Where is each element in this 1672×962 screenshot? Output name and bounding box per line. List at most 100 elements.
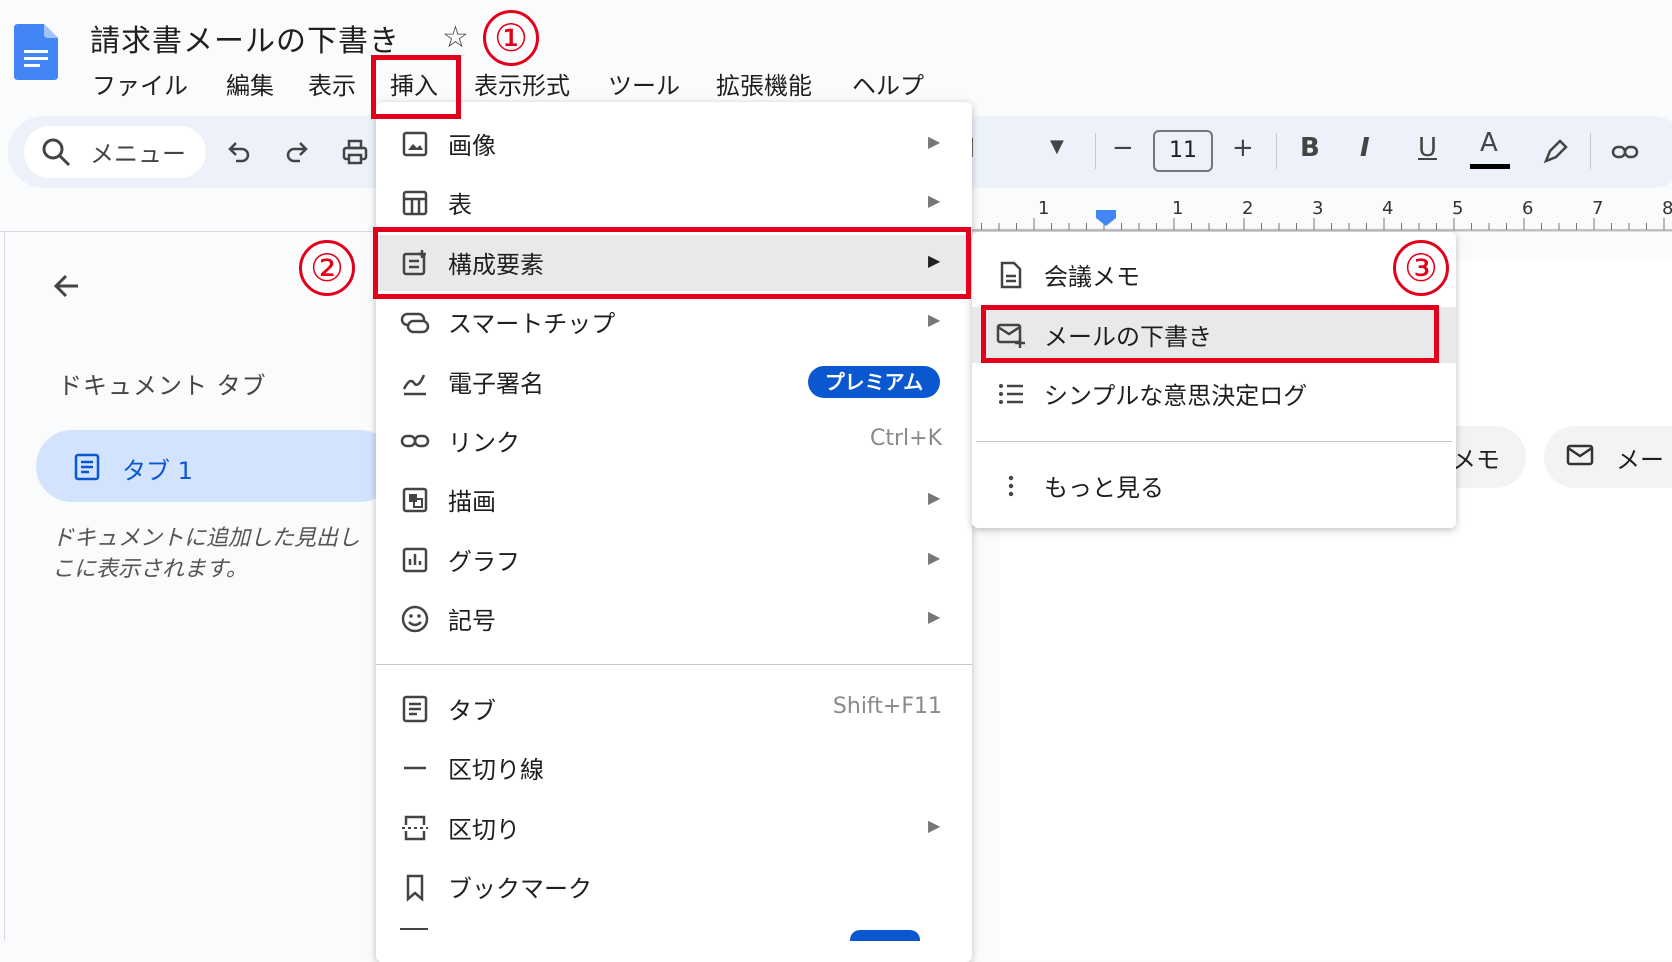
menu-item-label: ブックマーク <box>448 875 592 903</box>
horizontal-line-icon <box>404 766 426 770</box>
submenu-item-meeting-notes[interactable]: 会議メモ <box>972 247 1456 303</box>
sidebar-edge <box>4 231 5 941</box>
document-icon <box>1000 261 1022 289</box>
font-size-input[interactable]: 11 <box>1153 130 1213 172</box>
menu-item-label: 表 <box>448 191 472 219</box>
ruler-label: 5 <box>1452 198 1463 219</box>
ruler-label: 6 <box>1522 198 1533 219</box>
menu-item-label: グラフ <box>448 548 520 576</box>
menu-file[interactable]: ファイル <box>92 66 188 101</box>
menu-item-label: 画像 <box>448 132 496 160</box>
image-icon <box>402 131 428 157</box>
submenu-arrow-icon: ▶ <box>928 607 941 626</box>
bookmark-icon <box>406 874 424 902</box>
highlight-building-blocks <box>373 227 971 299</box>
text-color-button[interactable]: A <box>1480 128 1498 158</box>
decrease-font-size-button[interactable]: − <box>1112 133 1134 163</box>
shortcut-label: Shift+F11 <box>832 694 942 719</box>
menu-item-tab[interactable]: タブ Shift+F11 <box>376 681 972 737</box>
menu-edit[interactable]: 編集 <box>226 66 274 101</box>
drawing-icon <box>402 487 428 513</box>
ruler-label: 1 <box>1172 198 1183 219</box>
increase-font-size-button[interactable]: + <box>1232 133 1254 163</box>
chip-label: メモ <box>1452 446 1500 474</box>
tab-hint-text: ドキュメントに追加した見出し <box>52 526 361 551</box>
highlight-email-draft <box>981 305 1439 363</box>
undo-icon[interactable] <box>224 137 254 167</box>
menu-item-label: 区切り線 <box>448 756 544 784</box>
underline-button[interactable]: U <box>1418 133 1437 163</box>
highlight-pen-icon[interactable] <box>1540 137 1570 167</box>
submenu-item-more[interactable]: もっと見る <box>972 458 1456 514</box>
submenu-arrow-icon: ▶ <box>928 132 941 151</box>
next-item-badge <box>850 930 920 941</box>
menu-item-image[interactable]: 画像 ▶ <box>376 116 972 172</box>
tab-document-icon <box>74 453 100 481</box>
step-2-marker: ② <box>299 240 355 296</box>
tab-1-label: タブ 1 <box>122 457 193 485</box>
emoji-icon <box>401 605 429 633</box>
menu-divider <box>376 664 972 665</box>
tab-icon <box>402 695 428 723</box>
ruler-label: 3 <box>1312 198 1323 219</box>
document-tabs-heading: ドキュメント タブ <box>58 372 267 400</box>
submenu-arrow-icon: ▶ <box>928 548 941 567</box>
print-icon[interactable] <box>340 137 370 167</box>
shortcut-label: Ctrl+K <box>869 426 942 451</box>
menu-extensions[interactable]: 拡張機能 <box>716 66 812 101</box>
menu-item-drawing[interactable]: 描画 ▶ <box>376 472 972 528</box>
document-title[interactable]: 請求書メールの下書き <box>90 16 400 60</box>
chart-icon <box>402 547 428 573</box>
smart-chip-icon <box>400 312 430 334</box>
menu-help[interactable]: ヘルプ <box>852 66 924 101</box>
ruler-label: 8 <box>1662 198 1672 219</box>
submenu-arrow-icon: ▶ <box>928 191 941 210</box>
docs-logo-icon[interactable] <box>14 24 58 80</box>
menu-item-chart[interactable]: グラフ ▶ <box>376 532 972 588</box>
menu-item-bookmark[interactable]: ブックマーク <box>376 859 972 915</box>
ruler-label: 7 <box>1592 198 1603 219</box>
step-3-marker: ③ <box>1393 240 1449 296</box>
menu-item-label: リンク <box>448 429 520 457</box>
menu-tools[interactable]: ツール <box>608 66 680 101</box>
menu-item-break[interactable]: 区切り ▶ <box>376 800 972 856</box>
star-icon[interactable]: ☆ <box>442 20 469 55</box>
menu-item-smart-chips[interactable]: スマートチップ ▶ <box>376 294 972 350</box>
link-icon[interactable] <box>1610 137 1640 167</box>
menu-item-horizontal-line[interactable]: 区切り線 <box>376 740 972 796</box>
bold-button[interactable]: B <box>1300 133 1320 163</box>
ruler-label: 4 <box>1382 198 1393 219</box>
menu-search-label: メニュー <box>90 140 186 168</box>
submenu-item-decision-log[interactable]: シンプルな意思決定ログ <box>972 366 1456 422</box>
search-icon <box>42 138 71 167</box>
menu-item-special-characters[interactable]: 記号 ▶ <box>376 591 972 647</box>
toolbar-divider <box>1095 133 1096 169</box>
submenu-item-label: シンプルな意思決定ログ <box>1044 382 1308 410</box>
font-dropdown-icon[interactable]: ▼ <box>1050 136 1064 157</box>
text-color-bar <box>1470 164 1510 169</box>
tab-hint-text: こに表示されます。 <box>52 557 248 582</box>
italic-button[interactable]: I <box>1360 133 1370 163</box>
submenu-arrow-icon: ▶ <box>928 310 941 329</box>
list-icon <box>999 384 1023 404</box>
menu-item-label: 電子署名 <box>448 370 544 398</box>
menu-item-label: スマートチップ <box>448 310 616 338</box>
signature-icon <box>402 374 426 396</box>
ruler-label: 1 <box>1038 198 1049 219</box>
menu-item-label: 区切り <box>448 816 520 844</box>
submenu-item-label: もっと見る <box>1044 474 1164 502</box>
indent-marker-icon <box>1096 210 1116 226</box>
menu-item-label: タブ <box>448 697 496 725</box>
menu-item-table[interactable]: 表 ▶ <box>376 175 972 231</box>
menu-format[interactable]: 表示形式 <box>474 66 570 101</box>
menu-view[interactable]: 表示 <box>308 66 356 101</box>
menu-item-label: 描画 <box>448 488 496 516</box>
step-1-marker: ① <box>483 10 539 66</box>
menu-item-link[interactable]: リンク Ctrl+K <box>376 413 972 469</box>
menu-item-esignature[interactable]: 電子署名 プレミアム <box>376 354 972 410</box>
horizontal-ruler[interactable]: 1 1 2 3 4 5 6 7 8 <box>960 198 1672 232</box>
ruler-label: 2 <box>1242 198 1253 219</box>
redo-icon[interactable] <box>282 137 312 167</box>
back-arrow-icon[interactable] <box>48 268 84 304</box>
submenu-arrow-icon: ▶ <box>928 488 941 507</box>
